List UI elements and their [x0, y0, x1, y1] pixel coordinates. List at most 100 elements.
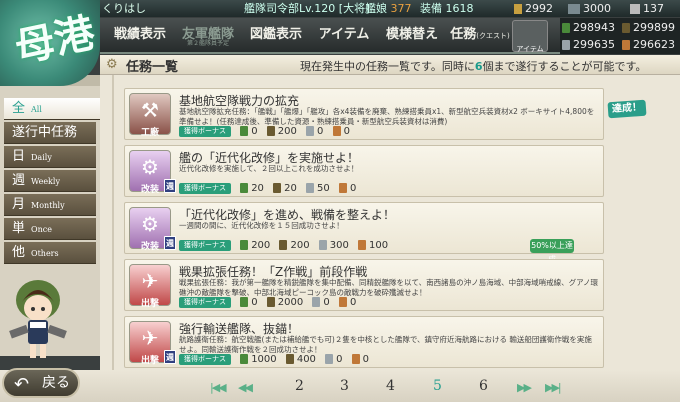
first-page-icon[interactable]: |◀◀: [210, 381, 227, 394]
quest-1-rewards: 獲得ボーナス 0 200 0 0: [179, 126, 350, 138]
steel-reward-value: 50: [317, 183, 330, 194]
ammo-icon: [273, 183, 282, 193]
quest-category-modernize: ⚙ 改装週: [129, 150, 176, 195]
filter-once-en: Once: [31, 225, 52, 234]
quest-1-complete-stamp[interactable]: 達成！: [607, 99, 647, 119]
ammo-reward-value: 2000: [277, 297, 304, 308]
filter-in-progress[interactable]: 遂行中任務: [4, 122, 96, 144]
weekly-badge: 週: [164, 350, 176, 364]
prev-page-icon[interactable]: ◀◀: [238, 381, 253, 394]
msg-after: 個まで遂行することが可能です。: [482, 60, 647, 73]
steel-reward-value: 0: [336, 354, 343, 365]
back-button[interactable]: ↶ 戻る: [2, 368, 80, 398]
next-page-icon[interactable]: ▶▶: [517, 381, 532, 394]
quest-screen: くりはし 艦隊司令部Lv.120 [大将] 艦娘 377 装備 1618 299…: [0, 0, 680, 402]
filter-all-en: All: [31, 105, 42, 114]
last-page-icon[interactable]: ▶▶|: [545, 381, 562, 394]
nav-items[interactable]: アイテム: [312, 18, 376, 54]
equip-label: 装備: [420, 2, 442, 15]
quest-2-rewards: 獲得ボーナス 20 20 50 0: [179, 183, 356, 195]
weekly-badge: 週: [164, 179, 176, 193]
filter-monthly[interactable]: 月 Monthly: [4, 194, 96, 216]
top-status-bar: くりはし 艦隊司令部Lv.120 [大将] 艦娘 377 装備 1618 299…: [0, 0, 680, 17]
bonus-label: 獲得ボーナス: [179, 240, 231, 251]
quest-5-rewards: 獲得ボーナス 1000 400 0 0: [179, 354, 369, 366]
filter-others[interactable]: 他 Others: [4, 242, 96, 264]
bonus-label: 獲得ボーナス: [179, 297, 231, 308]
ammo-icon: [285, 354, 294, 364]
quest-row-4[interactable]: ✈ 出撃 戦果拡張任務！「Z作戦」前段作戦 戦果拡張任務：我が第一艦隊を精鋭艦隊を…: [124, 259, 604, 311]
hammer-icon: ⚒: [141, 98, 159, 122]
nav-library[interactable]: 図鑑表示: [244, 18, 308, 54]
quest-limit-message: 現在発生中の任務一覧です。同時に6個まで遂行することが可能です。: [300, 58, 646, 74]
filter-daily-en: Daily: [31, 153, 52, 162]
res3-value: 137: [643, 2, 664, 15]
fuel-icon: [240, 354, 249, 364]
steel-value: 299635: [573, 38, 615, 51]
quest-3-desc: 一週間の間に、近代化改修を１５回成功させよ！: [179, 221, 344, 230]
nav-record[interactable]: 戦績表示: [108, 18, 172, 54]
ships-value: 377: [390, 2, 412, 15]
bauxite-reward: 0: [351, 354, 369, 365]
admiral-level: 艦隊司令部Lv.120 [大将]: [244, 2, 370, 15]
nav-furniture[interactable]: 模様替え: [380, 18, 444, 54]
ammo-res: 299899: [622, 21, 675, 34]
page-2[interactable]: 2: [295, 378, 304, 394]
bauxite-value: 296623: [633, 38, 675, 51]
filter-in-progress-jp: 遂行中任務: [12, 125, 78, 140]
bauxite-res: 296623: [622, 38, 675, 51]
fuel-reward-value: 20: [251, 183, 264, 194]
ammo-icon: [266, 297, 275, 307]
bauxite-reward: 0: [338, 183, 357, 194]
quest-category-sortie: ✈ 出撃週: [129, 321, 176, 366]
resource-panel: 298943 299899 299635 296623: [560, 18, 680, 54]
steel-reward: 0: [306, 126, 323, 137]
page-6[interactable]: 6: [479, 378, 488, 394]
ammo-reward: 2000: [266, 297, 304, 308]
bauxite-icon: [338, 297, 347, 307]
nav-friend-fleet[interactable]: 友軍艦隊 第２艦隊員予定: [176, 18, 240, 54]
page-4[interactable]: 4: [386, 378, 395, 394]
equip-count: 装備 1618: [420, 0, 474, 17]
fuel-value: 298943: [573, 21, 615, 34]
msg-before: 現在発生中の任務一覧です。同時に: [300, 60, 475, 73]
page-5-current[interactable]: 5: [433, 378, 442, 394]
filter-once[interactable]: 単 Once: [4, 218, 96, 240]
quest-1-category: 工廠: [140, 128, 159, 138]
quest-list: ⚒ 工廠 基地航空隊戦力の拡充 基地航空隊拡充任務：「艦戦」「艦爆」「艦攻」各x4…: [100, 75, 680, 370]
quest-row-5[interactable]: ✈ 出撃週 強行輸送艦隊、抜錨！ 航路護衛任務：航空戦艦(または補給艦でも可)２隻…: [124, 316, 604, 368]
page-3[interactable]: 3: [340, 378, 349, 394]
bauxite-icon: [358, 240, 367, 250]
port-logo-text: 母港: [10, 9, 99, 72]
res2-value: 3000: [583, 2, 611, 15]
fuel-icon: [240, 297, 249, 307]
bonus-label: 獲得ボーナス: [179, 183, 231, 194]
bauxite-icon: [332, 126, 341, 136]
bauxite-reward: 100: [358, 240, 388, 251]
res3: 137: [630, 0, 664, 17]
fuel-res: 298943: [562, 21, 615, 34]
port-logo[interactable]: 母港: [0, 0, 100, 86]
main-nav: 戦績表示 友軍艦隊 第２艦隊員予定 図鑑表示 アイテム 模様替え 任務(クエスト)…: [100, 18, 570, 109]
filter-weekly-en: Weekly: [31, 177, 60, 186]
item-shop-button[interactable]: アイテム屋: [512, 20, 548, 109]
quest-5-desc: 航路護衛任務：航空戦艦(または補給艦でも可)２隻を中核とした艦隊で、鎮守府近海航…: [179, 335, 592, 354]
filter-weekly[interactable]: 週 Weekly: [4, 170, 96, 192]
ammo-reward: 200: [266, 126, 297, 137]
nav-record-label: 戦績表示: [113, 27, 166, 42]
bauxite-reward-value: 0: [349, 183, 357, 194]
nav-quests[interactable]: 任務(クエスト): [448, 18, 512, 54]
ammo-reward: 200: [279, 240, 310, 251]
quest-row-2[interactable]: ⚙ 改装週 艦の「近代化改修」を実施せよ！ 近代化改修を実施して、２回以上これを成…: [124, 145, 604, 197]
filter-daily[interactable]: 日 Daily: [4, 146, 96, 168]
equip-value: 1618: [445, 2, 474, 15]
admiral-name: くりはし: [102, 2, 146, 15]
steel-reward-value: 300: [329, 240, 349, 251]
filter-all[interactable]: 全 All: [4, 98, 100, 120]
devmat-icon: [568, 4, 580, 14]
quest-row-1[interactable]: ⚒ 工廠 基地航空隊戦力の拡充 基地航空隊拡充任務：「艦戦」「艦爆」「艦攻」各x4…: [124, 88, 604, 140]
bauxite-reward-value: 0: [343, 126, 350, 137]
bonus-label: 獲得ボーナス: [179, 354, 231, 365]
filter-monthly-jp: 月: [12, 197, 26, 212]
ammo-icon: [266, 126, 275, 136]
